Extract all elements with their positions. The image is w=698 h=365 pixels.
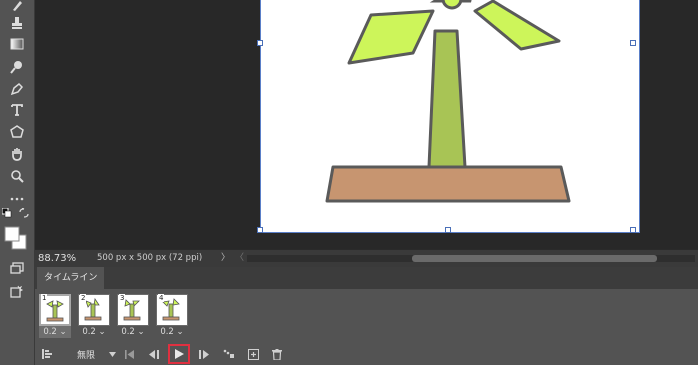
tween-icon[interactable] (222, 346, 236, 362)
next-frame-icon[interactable] (197, 346, 211, 362)
play-icon (174, 349, 184, 359)
transform-handle[interactable] (257, 40, 263, 46)
swap-colors-icon[interactable] (18, 207, 30, 219)
convert-timeline-icon[interactable] (41, 346, 55, 362)
frame-delay[interactable]: 0.2 ⌄ (156, 327, 188, 338)
tools-panel (0, 0, 35, 365)
frame-number: 1 (41, 294, 48, 302)
chevron-down-icon: ⌄ (134, 327, 145, 337)
screen-mode-icon[interactable] (6, 282, 28, 302)
first-frame-icon[interactable] (123, 346, 137, 362)
stamp-icon[interactable] (6, 13, 28, 33)
frame-number: 4 (158, 294, 165, 302)
transform-handle[interactable] (257, 227, 263, 233)
frame-delay-value: 0.2 (43, 327, 57, 337)
animation-frame[interactable]: 4 0.2 ⌄ (156, 294, 188, 338)
chevron-down-icon: ⌄ (56, 327, 67, 337)
frame-delay[interactable]: 0.2 ⌄ (117, 327, 149, 338)
quick-mask-icon[interactable] (6, 258, 28, 278)
foreground-background-icon[interactable] (4, 225, 28, 251)
chevron-down-icon: ⌄ (95, 327, 106, 337)
type-icon[interactable] (6, 100, 28, 120)
frame-delay-value: 0.2 (160, 327, 174, 337)
status-bar: 88.73% 500 px x 500 px (72 ppi) 〉 〈 (35, 249, 698, 267)
transform-handle[interactable] (630, 40, 636, 46)
hand-icon[interactable] (6, 144, 28, 164)
transform-handle[interactable] (630, 227, 636, 233)
animation-frame[interactable]: 3 0.2 ⌄ (117, 294, 149, 338)
panel-tab-bar: タイムライン (35, 267, 698, 289)
dodge-icon[interactable] (6, 57, 28, 77)
default-colors-icon[interactable] (1, 207, 13, 219)
loop-options-dropdown[interactable]: 無限 (71, 346, 101, 362)
frame-delay[interactable]: 0.2 ⌄ (39, 327, 71, 338)
pen-icon[interactable] (6, 79, 28, 99)
gradient-icon[interactable] (6, 34, 28, 54)
delete-frame-icon[interactable] (270, 346, 284, 362)
chevron-down-icon: ⌄ (173, 327, 184, 337)
frame-delay-value: 0.2 (82, 327, 96, 337)
transform-handle[interactable] (445, 227, 451, 233)
scroll-left-arrow[interactable]: 〈 (235, 250, 244, 267)
document-canvas[interactable] (260, 0, 640, 233)
animation-frame[interactable]: 1 0.2 ⌄ (39, 294, 71, 338)
shape-icon[interactable] (6, 122, 28, 142)
frame-number: 2 (80, 294, 87, 302)
play-button[interactable] (168, 344, 190, 364)
loop-dropdown-icon[interactable] (107, 346, 117, 362)
zoom-level[interactable]: 88.73% (38, 250, 76, 267)
windmill-artwork (325, 0, 571, 203)
document-info: 500 px x 500 px (72 ppi) (97, 253, 203, 263)
more-icon[interactable] (6, 189, 28, 209)
status-menu-arrow[interactable]: 〉 (221, 250, 230, 267)
frame-delay[interactable]: 0.2 ⌄ (78, 327, 110, 338)
scrollbar-thumb[interactable] (412, 255, 657, 262)
animation-frame[interactable]: 2 0.2 ⌄ (78, 294, 110, 338)
frame-number: 3 (119, 294, 126, 302)
duplicate-frame-icon[interactable] (246, 346, 260, 362)
tab-timeline[interactable]: タイムライン (37, 267, 105, 289)
zoom-icon[interactable] (6, 166, 28, 186)
horizontal-scrollbar[interactable] (247, 255, 695, 262)
timeline-panel: タイムライン 1 0.2 ⌄ 2 0.2 ⌄ 3 0.2 ⌄ 4 0.2 ⌄ 無… (35, 267, 698, 365)
timeline-controls: 無限 (35, 343, 698, 365)
previous-frame-icon[interactable] (147, 346, 161, 362)
canvas-area[interactable] (35, 0, 698, 249)
frame-delay-value: 0.2 (121, 327, 135, 337)
